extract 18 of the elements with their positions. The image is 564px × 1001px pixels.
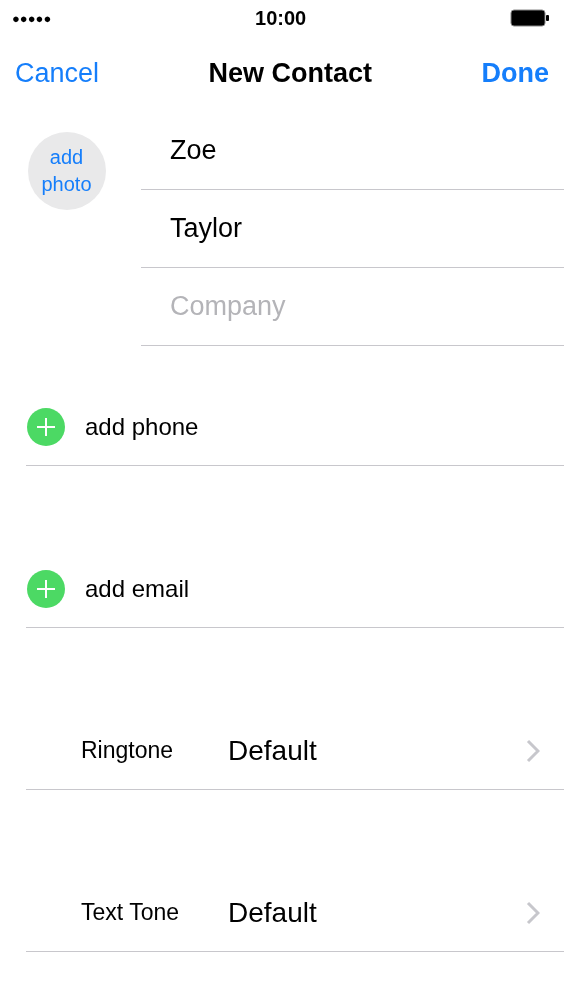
- clock: 10:00: [255, 6, 307, 30]
- battery-icon: [510, 9, 550, 27]
- chevron-icon: [526, 900, 540, 925]
- add-field-button[interactable]: add email: [21, 568, 196, 609]
- setting-label: Ringtone: [81, 737, 175, 764]
- setting-row[interactable]: Ringtone Default: [26, 712, 564, 789]
- signal-strength: ●●●●●: [12, 10, 52, 26]
- cancel-button[interactable]: Cancel: [15, 57, 100, 89]
- setting-label: Text Tone: [81, 899, 181, 926]
- add-field-button[interactable]: add phone: [21, 406, 205, 447]
- plus-icon: [27, 569, 65, 608]
- done-button[interactable]: Done: [481, 57, 549, 89]
- setting-value: Default: [228, 896, 318, 929]
- chevron-icon: [526, 738, 540, 763]
- setting-value: Default: [228, 734, 318, 767]
- setting-row[interactable]: Text Tone Default: [26, 874, 564, 951]
- screen-title: New Contact: [208, 57, 373, 89]
- plus-icon: [27, 407, 65, 446]
